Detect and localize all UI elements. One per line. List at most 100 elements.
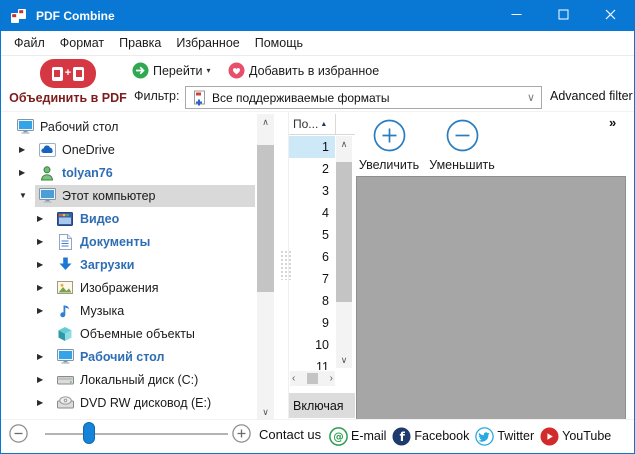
tree-item-7[interactable]: ▶Изображения — [3, 276, 255, 299]
footer-link-facebook[interactable]: fFacebook — [392, 427, 469, 446]
zoom-out-label: Уменьшить — [426, 158, 498, 172]
scroll-up-icon[interactable]: ∧ — [336, 136, 352, 152]
tree-item-6[interactable]: ▶Загрузки — [3, 253, 255, 276]
footer-link-youtube[interactable]: YouTube — [540, 427, 611, 446]
order-number: 9 — [322, 316, 329, 330]
menu-item-1[interactable]: Формат — [60, 36, 104, 50]
maximize-button[interactable] — [540, 1, 587, 31]
tree-item-1[interactable]: ▶OneDrive — [3, 138, 255, 161]
scroll-up-icon[interactable]: ∧ — [257, 114, 274, 130]
pdf-combine-icon: + — [40, 59, 96, 88]
tree-item-12[interactable]: ▶DVD RW дисковод (E:) — [3, 391, 255, 414]
tree-scrollbar[interactable]: ∧ ∨ — [257, 114, 274, 420]
footer-link-email[interactable]: @E-mail — [329, 427, 386, 446]
tree-item-label: Этот компьютер — [62, 189, 155, 203]
contact-us-link[interactable]: Contact us — [259, 427, 321, 442]
filter-label: Фильтр: — [134, 89, 179, 103]
footer-link-label: E-mail — [351, 429, 386, 443]
scroll-right-icon[interactable]: › — [330, 373, 333, 384]
tree-item-5[interactable]: ▶Документы — [3, 230, 255, 253]
scroll-left-icon[interactable]: ‹ — [292, 373, 295, 384]
chevron-collapsed-icon[interactable]: ▶ — [19, 145, 35, 154]
order-row-7[interactable]: 7 — [289, 268, 335, 290]
chevron-collapsed-icon[interactable]: ▶ — [37, 398, 53, 407]
list-scrollbar[interactable]: ∧ ∨ — [336, 136, 352, 368]
tree-item-content: Загрузки — [53, 254, 255, 276]
include-subfolders-button[interactable]: Включая — [289, 393, 355, 418]
tree-item-label: Объемные объекты — [80, 327, 195, 341]
go-arrow-icon — [132, 62, 149, 79]
chevron-collapsed-icon[interactable]: ▶ — [37, 260, 53, 269]
scroll-down-icon[interactable]: ∨ — [257, 404, 274, 420]
tree-scrollbar-thumb[interactable] — [257, 145, 274, 292]
menu-item-0[interactable]: Файл — [14, 36, 45, 50]
order-row-5[interactable]: 5 — [289, 224, 335, 246]
menu-item-3[interactable]: Избранное — [176, 36, 239, 50]
order-row-1[interactable]: 1 — [289, 136, 335, 158]
order-number: 11 — [316, 360, 329, 370]
zoom-slider-track[interactable] — [45, 433, 228, 435]
order-number: 4 — [322, 206, 329, 220]
minimize-button[interactable] — [493, 1, 540, 31]
tree-item-3[interactable]: ▼ Этот компьютер — [3, 184, 255, 207]
chevron-collapsed-icon[interactable]: ▶ — [37, 283, 53, 292]
tree-item-13[interactable]: ▶Volume (F:) — [3, 414, 255, 418]
tree-item-11[interactable]: ▶Локальный диск (C:) — [3, 368, 255, 391]
chevron-collapsed-icon[interactable]: ▶ — [37, 375, 53, 384]
toolbar: + Объединить в PDF Перейти ▾ Добавить в … — [1, 57, 634, 111]
filter-dropdown[interactable]: Все поддерживаемые форматы ∨ — [185, 86, 542, 109]
chevron-collapsed-icon[interactable]: ▶ — [37, 237, 53, 246]
list-scrollbar-thumb[interactable] — [336, 162, 352, 302]
facebook-icon: f — [392, 427, 411, 446]
order-number: 2 — [322, 162, 329, 176]
order-row-6[interactable]: 6 — [289, 246, 335, 268]
order-row-3[interactable]: 3 — [289, 180, 335, 202]
menu-item-4[interactable]: Помощь — [255, 36, 303, 50]
order-row-8[interactable]: 8 — [289, 290, 335, 312]
list-horizontal-scrollbar[interactable]: ‹ › — [290, 371, 335, 386]
tree-item-4[interactable]: ▶ Видео — [3, 207, 255, 230]
combine-to-pdf-button[interactable]: + Объединить в PDF — [7, 59, 129, 105]
order-row-9[interactable]: 9 — [289, 312, 335, 334]
close-button[interactable] — [587, 1, 634, 31]
onedrive-icon — [37, 143, 57, 157]
favorites-button-label: Добавить в избранное — [249, 64, 379, 78]
add-to-favorites-button[interactable]: Добавить в избранное — [228, 62, 379, 79]
slider-zoom-in-icon[interactable] — [232, 424, 251, 443]
order-row-10[interactable]: 10 — [289, 334, 335, 356]
order-column-header[interactable]: По... ▲ — [289, 114, 336, 135]
more-tools-button[interactable]: » — [609, 115, 615, 130]
chevron-expanded-icon[interactable]: ▼ — [19, 191, 35, 200]
zoom-slider-thumb[interactable] — [83, 422, 95, 444]
horizontal-scrollbar-thumb[interactable] — [307, 373, 318, 384]
chevron-collapsed-icon[interactable]: ▶ — [37, 214, 53, 223]
chevron-collapsed-icon[interactable]: ▶ — [19, 168, 35, 177]
zoom-out-button[interactable]: Уменьшить — [426, 119, 498, 172]
order-row-2[interactable]: 2 — [289, 158, 335, 180]
tree-item-label: Видео — [80, 212, 119, 226]
tree-item-2[interactable]: ▶tolyan76 — [3, 161, 255, 184]
tree-item-10[interactable]: ▶Рабочий стол — [3, 345, 255, 368]
footer-link-twitter[interactable]: Twitter — [475, 427, 534, 446]
user-icon — [37, 165, 57, 181]
file-list-panel: По... ▲ 1 2 3 4 5 6 78 9 10 11 ∧ ∨ ‹ › Включая — [288, 112, 355, 422]
minimize-icon — [511, 7, 522, 25]
scroll-down-icon[interactable]: ∨ — [336, 352, 352, 368]
desktop-icon — [55, 349, 75, 364]
chevron-collapsed-icon[interactable]: ▶ — [37, 352, 53, 361]
chevron-collapsed-icon[interactable]: ▶ — [37, 306, 53, 315]
zoom-in-button[interactable]: Увеличить — [353, 119, 425, 172]
slider-zoom-out-icon[interactable] — [9, 424, 28, 443]
menu-bar: Файл Формат Правка Избранное Помощь — [1, 31, 634, 56]
go-button[interactable]: Перейти ▾ — [132, 62, 211, 79]
order-row-11[interactable]: 11 — [289, 356, 335, 370]
tree-item-0[interactable]: ▶Рабочий стол — [3, 115, 255, 138]
main-area: ▶Рабочий стол▶OneDrive▶tolyan76▼Этот ком… — [1, 111, 634, 419]
order-number: 6 — [322, 250, 329, 264]
order-row-4[interactable]: 4 — [289, 202, 335, 224]
menu-item-2[interactable]: Правка — [119, 36, 161, 50]
tree-item-9[interactable]: ▶Объемные объекты — [3, 322, 255, 345]
tree-item-8[interactable]: ▶Музыка — [3, 299, 255, 322]
advanced-filter-link[interactable]: Advanced filter — [550, 89, 633, 103]
disk-icon — [55, 374, 75, 386]
